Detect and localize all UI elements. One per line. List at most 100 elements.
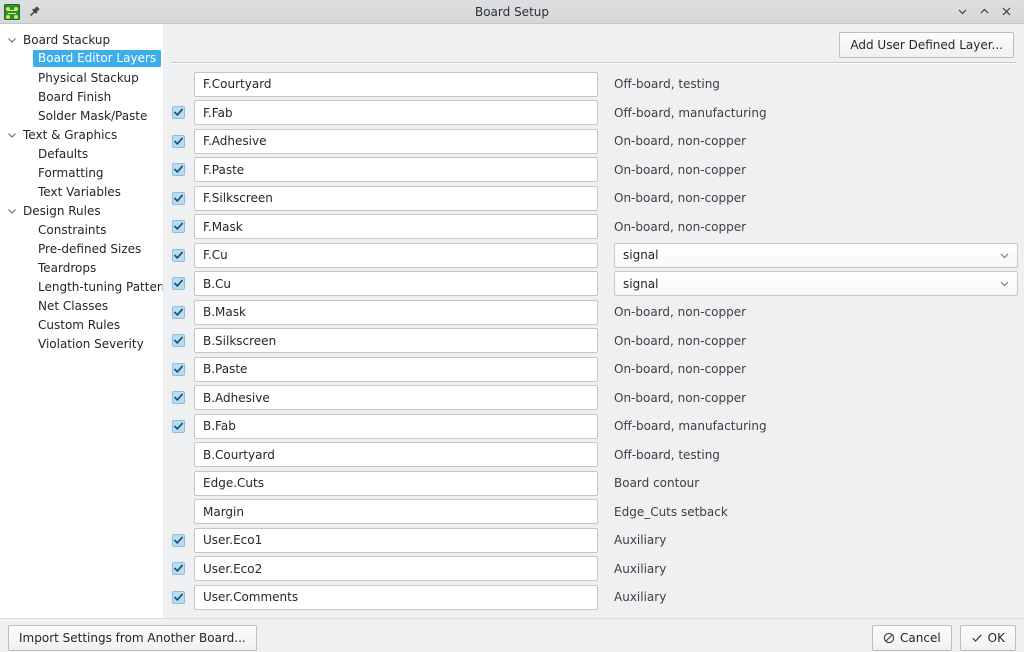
layer-name-input[interactable]: B.Courtyard (194, 442, 598, 468)
sidebar-item-label: Defaults (38, 146, 89, 161)
sidebar-item-text-variables[interactable]: Text Variables (0, 182, 163, 201)
layer-enable-checkbox-cell[interactable] (163, 220, 194, 234)
sidebar-item-formatting[interactable]: Formatting (0, 163, 163, 182)
layer-enable-checkbox-cell[interactable] (163, 248, 194, 262)
layer-enable-checkbox-cell[interactable] (163, 391, 194, 405)
layer-name-input[interactable]: B.Paste (194, 356, 598, 382)
layer-enable-checkbox-cell[interactable] (163, 419, 194, 433)
layer-name-input[interactable]: B.Mask (194, 299, 598, 325)
sidebar-item-label: Pre-defined Sizes (38, 241, 142, 256)
layer-enable-checkbox-cell[interactable] (163, 505, 194, 518)
layer-name-input[interactable]: User.Eco1 (194, 527, 598, 553)
layer-name-input[interactable]: F.Paste (194, 157, 598, 183)
sidebar-item-board-stackup[interactable]: Board Stackup (0, 30, 163, 49)
layer-enable-checkbox[interactable] (172, 391, 185, 405)
layer-name-input[interactable]: B.Silkscreen (194, 328, 598, 354)
chevron-down-icon[interactable] (999, 278, 1010, 289)
layer-enable-checkbox[interactable] (172, 220, 185, 234)
layer-type-select[interactable]: signal (614, 242, 1018, 268)
layer-enable-checkbox[interactable] (172, 134, 185, 148)
layer-enable-checkbox-cell[interactable] (163, 78, 194, 91)
sidebar-item-length-tuning-patterns[interactable]: Length-tuning Patterns (0, 277, 163, 296)
layer-enable-checkbox-cell[interactable] (163, 334, 194, 348)
layer-name-input[interactable]: F.Courtyard (194, 71, 598, 97)
layer-enable-checkbox-cell[interactable] (163, 590, 194, 604)
sidebar-item-text-graphics[interactable]: Text & Graphics (0, 125, 163, 144)
import-settings-button[interactable]: Import Settings from Another Board... (8, 625, 257, 651)
cancel-button-label: Cancel (900, 631, 941, 645)
layer-enable-checkbox-cell[interactable] (163, 163, 194, 177)
layer-enable-checkbox-cell[interactable] (163, 562, 194, 576)
layer-enable-checkbox-cell[interactable] (163, 448, 194, 461)
layer-enable-checkbox[interactable] (172, 590, 185, 604)
layer-name-input[interactable]: Edge.Cuts (194, 470, 598, 496)
layer-row: Edge.Cuts Board contour (163, 469, 1024, 498)
layer-row: User.Eco2 Auxiliary (163, 555, 1024, 584)
layer-name-input[interactable]: User.Comments (194, 584, 598, 610)
layer-enable-checkbox-cell[interactable] (163, 106, 194, 120)
layer-row: F.Silkscreen On-board, non-copper (163, 184, 1024, 213)
layer-type-select[interactable]: signal (614, 271, 1018, 297)
sidebar-item-defaults[interactable]: Defaults (0, 144, 163, 163)
layer-name-input[interactable]: B.Cu (194, 271, 598, 297)
layer-enable-checkbox[interactable] (172, 106, 185, 120)
layer-enable-checkbox-cell[interactable] (163, 362, 194, 376)
layer-enable-checkbox-cell[interactable] (163, 191, 194, 205)
pin-icon[interactable] (26, 4, 42, 20)
layer-type-select-value: signal (623, 276, 659, 291)
layer-name-input[interactable]: F.Adhesive (194, 128, 598, 154)
sidebar-item-solder-mask-paste[interactable]: Solder Mask/Paste (0, 106, 163, 125)
layer-enable-checkbox-cell[interactable] (163, 477, 194, 490)
panel-toolbar: Add User Defined Layer... (839, 32, 1014, 58)
layer-name-input[interactable]: F.Cu (194, 242, 598, 268)
layer-enable-checkbox[interactable] (172, 248, 185, 262)
layer-name-input[interactable]: F.Fab (194, 100, 598, 126)
layer-enable-checkbox-cell[interactable] (163, 277, 194, 291)
board-editor-layers-panel: Add User Defined Layer... F.Courtyard Off… (163, 24, 1024, 618)
layer-enable-checkbox[interactable] (172, 277, 185, 291)
layer-name-input[interactable]: User.Eco2 (194, 556, 598, 582)
ok-button[interactable]: OK (959, 625, 1016, 651)
sidebar-item-constraints[interactable]: Constraints (0, 220, 163, 239)
layer-description: On-board, non-copper (614, 390, 747, 405)
sidebar-item-physical-stackup[interactable]: Physical Stackup (0, 68, 163, 87)
sidebar-item-board-finish[interactable]: Board Finish (0, 87, 163, 106)
layer-enable-checkbox-cell[interactable] (163, 134, 194, 148)
layer-name-input[interactable]: F.Mask (194, 214, 598, 240)
chevron-down-icon[interactable] (999, 250, 1010, 261)
layer-enable-checkbox[interactable] (172, 562, 185, 576)
sidebar-item-custom-rules[interactable]: Custom Rules (0, 315, 163, 334)
layer-name-input[interactable]: B.Fab (194, 413, 598, 439)
layer-enable-checkbox-cell[interactable] (163, 305, 194, 319)
settings-tree-sidebar[interactable]: Board Stackup Board Editor Layers Physical… (0, 24, 163, 618)
layer-name-input[interactable]: Margin (194, 499, 598, 525)
layer-row: F.Mask On-board, non-copper (163, 213, 1024, 242)
layer-enable-checkbox[interactable] (172, 191, 185, 205)
sidebar-item-design-rules[interactable]: Design Rules (0, 201, 163, 220)
close-button[interactable] (996, 2, 1016, 22)
layer-name-input[interactable]: B.Adhesive (194, 385, 598, 411)
chevron-down-icon[interactable] (5, 128, 19, 142)
chevron-down-icon[interactable] (5, 204, 19, 218)
layer-enable-checkbox[interactable] (172, 533, 185, 547)
chevron-down-icon[interactable] (5, 33, 19, 47)
maximize-button[interactable] (974, 2, 994, 22)
add-user-defined-layer-button[interactable]: Add User Defined Layer... (839, 32, 1014, 58)
sidebar-item-board-editor-layers[interactable]: Board Editor Layers (0, 49, 163, 68)
layer-enable-checkbox[interactable] (172, 362, 185, 376)
sidebar-item-violation-severity[interactable]: Violation Severity (0, 334, 163, 353)
layer-enable-checkbox[interactable] (172, 334, 185, 348)
layers-list[interactable]: F.Courtyard Off-board, testing F.Fab Off-bo… (163, 70, 1024, 618)
layer-enable-checkbox-cell[interactable] (163, 533, 194, 547)
sidebar-item-teardrops[interactable]: Teardrops (0, 258, 163, 277)
layer-name-input[interactable]: F.Silkscreen (194, 185, 598, 211)
layer-enable-checkbox[interactable] (172, 163, 185, 177)
layer-enable-checkbox[interactable] (172, 305, 185, 319)
layer-row: B.Silkscreen On-board, non-copper (163, 327, 1024, 356)
sidebar-item-label: Custom Rules (38, 317, 121, 332)
layer-enable-checkbox[interactable] (172, 419, 185, 433)
cancel-button[interactable]: Cancel (872, 625, 952, 651)
minimize-button[interactable] (952, 2, 972, 22)
sidebar-item-net-classes[interactable]: Net Classes (0, 296, 163, 315)
sidebar-item-pre-defined-sizes[interactable]: Pre-defined Sizes (0, 239, 163, 258)
